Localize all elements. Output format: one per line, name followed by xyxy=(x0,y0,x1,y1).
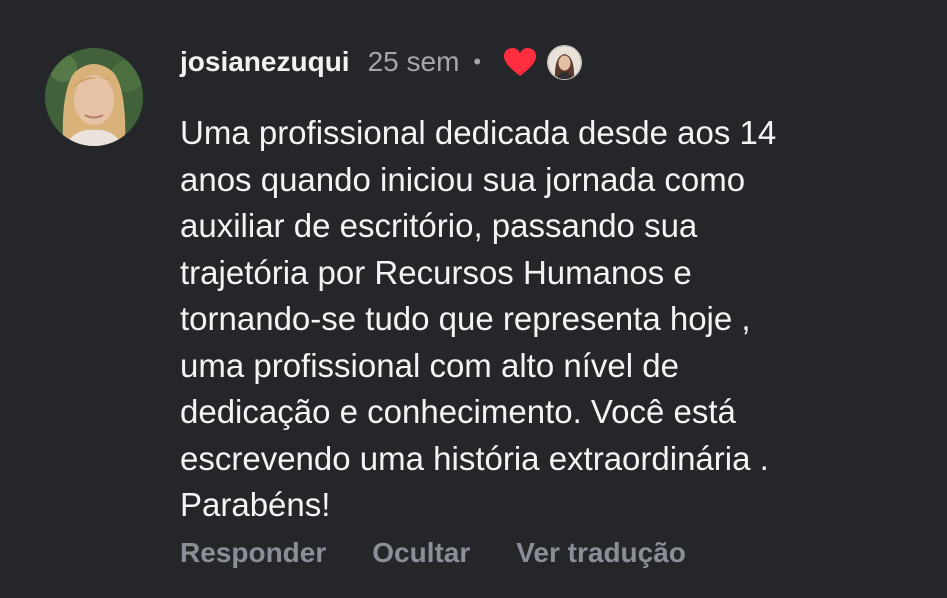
comment-body: josianezuqui 25 sem • Uma profissional d… xyxy=(180,40,920,529)
heart-icon[interactable] xyxy=(503,47,537,77)
reply-button[interactable]: Responder xyxy=(180,537,326,569)
hide-button[interactable]: Ocultar xyxy=(372,537,470,569)
comment-actions: Responder Ocultar Ver tradução xyxy=(180,537,686,569)
translate-button[interactable]: Ver tradução xyxy=(516,537,686,569)
avatar-portrait xyxy=(45,48,143,146)
comment-item: josianezuqui 25 sem • Uma profissional d… xyxy=(0,0,947,598)
username[interactable]: josianezuqui xyxy=(180,46,350,78)
user-avatar[interactable] xyxy=(45,48,143,146)
meta-separator: • xyxy=(473,49,482,74)
comment-text: Uma profissional dedicada desde aos 14 a… xyxy=(180,114,777,523)
comment-meta: josianezuqui 25 sem • xyxy=(180,40,920,84)
timestamp: 25 sem xyxy=(367,46,460,77)
liker-avatar[interactable] xyxy=(547,44,583,80)
